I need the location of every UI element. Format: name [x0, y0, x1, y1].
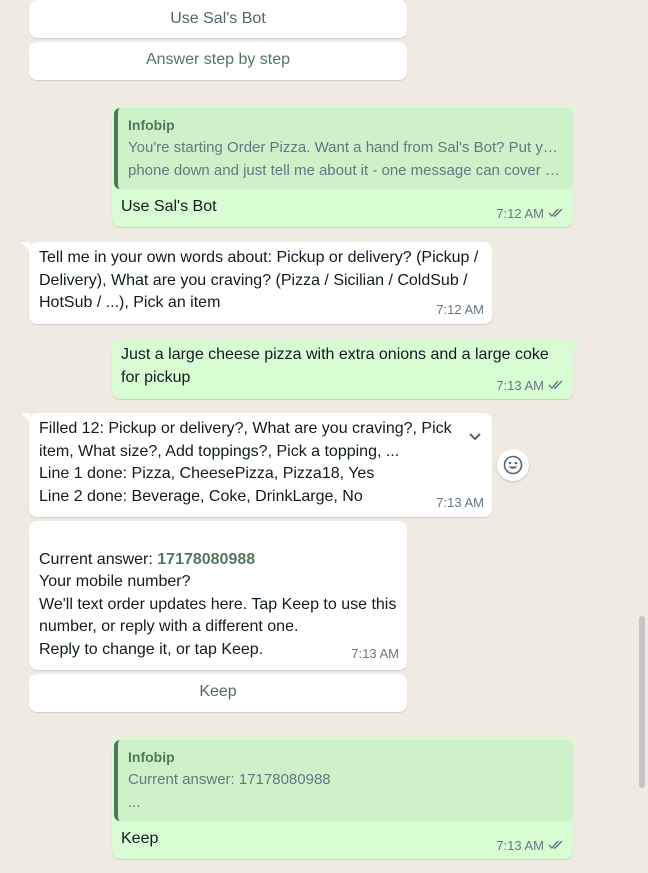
answer-step-by-step-label: Answer step by step: [145, 51, 291, 68]
quoted-message[interactable]: Infobip Current answer: 17178080988 ...: [114, 740, 573, 821]
outgoing-message[interactable]: Infobip You're starting Order Pizza. Wan…: [112, 105, 573, 227]
current-answer-line: Current answer: 17178080988: [39, 526, 255, 571]
message-menu-button[interactable]: [456, 417, 490, 447]
current-answer-label: Current answer:: [39, 550, 158, 568]
bubble-tail: [21, 413, 30, 422]
use-sals-bot-label: Use Sal's Bot: [170, 10, 266, 27]
message-meta: 7:13 AM: [496, 835, 564, 858]
quote-sender: Infobip: [128, 117, 175, 133]
react-button[interactable]: [497, 449, 529, 481]
message-text: Your mobile number? We'll text order upd…: [39, 573, 397, 658]
message-meta: 7:13 AM: [351, 643, 399, 666]
quote-text-line1: You're starting Order Pizza. Want a hand…: [128, 139, 560, 156]
quoted-message[interactable]: Infobip You're starting Order Pizza. Wan…: [114, 108, 573, 189]
scrollbar-thumb[interactable]: [639, 616, 645, 788]
keep-button[interactable]: Keep: [29, 674, 407, 712]
quote-text-line1: Current answer: 17178080988: [128, 771, 331, 788]
incoming-message[interactable]: Current answer: 17178080988 Your mobile …: [29, 521, 407, 670]
answer-step-by-step-button[interactable]: Answer step by step: [29, 42, 407, 80]
double-check-icon: [548, 835, 564, 858]
bubble-tail: [572, 105, 581, 114]
use-sals-bot-button[interactable]: Use Sal's Bot: [29, 0, 407, 38]
message-time: 7:13 AM: [351, 645, 399, 661]
quote-text-line2: phone down and just tell me about it - o…: [128, 162, 560, 179]
smiley-icon: [503, 455, 523, 480]
message-time: 7:13 AM: [496, 377, 544, 393]
outgoing-message[interactable]: Just a large cheese pizza with extra oni…: [112, 340, 573, 399]
message-meta: 7:12 AM: [496, 203, 564, 226]
message-time: 7:12 AM: [436, 301, 484, 317]
bubble-tail: [572, 340, 581, 349]
message-text: Just a large cheese pizza with extra oni…: [121, 346, 549, 386]
message-time: 7:13 AM: [496, 837, 544, 853]
message-text: Tell me in your own words about: Pickup …: [39, 249, 479, 311]
quote-text-line2: ...: [128, 794, 141, 811]
message-time: 7:13 AM: [436, 494, 484, 510]
message-meta: 7:12 AM: [436, 299, 484, 322]
message-text: Keep: [121, 830, 159, 847]
bubble-tail: [21, 242, 30, 251]
message-text: Use Sal's Bot: [121, 198, 217, 215]
double-check-icon: [548, 375, 564, 398]
message-meta: 7:13 AM: [496, 375, 564, 398]
double-check-icon: [548, 203, 564, 226]
incoming-message[interactable]: Filled 12: Pickup or delivery?, What are…: [29, 413, 492, 517]
message-time: 7:12 AM: [496, 205, 544, 221]
current-answer-value: 17178080988: [157, 550, 256, 568]
bubble-tail: [572, 737, 581, 746]
chevron-down-icon: [468, 427, 482, 450]
incoming-message[interactable]: Tell me in your own words about: Pickup …: [29, 242, 492, 324]
keep-label: Keep: [199, 683, 237, 700]
quote-sender: Infobip: [128, 749, 175, 765]
outgoing-message[interactable]: Infobip Current answer: 17178080988 ... …: [112, 737, 573, 859]
message-text: Filled 12: Pickup or delivery?, What are…: [39, 420, 452, 505]
message-meta: 7:13 AM: [436, 492, 484, 515]
